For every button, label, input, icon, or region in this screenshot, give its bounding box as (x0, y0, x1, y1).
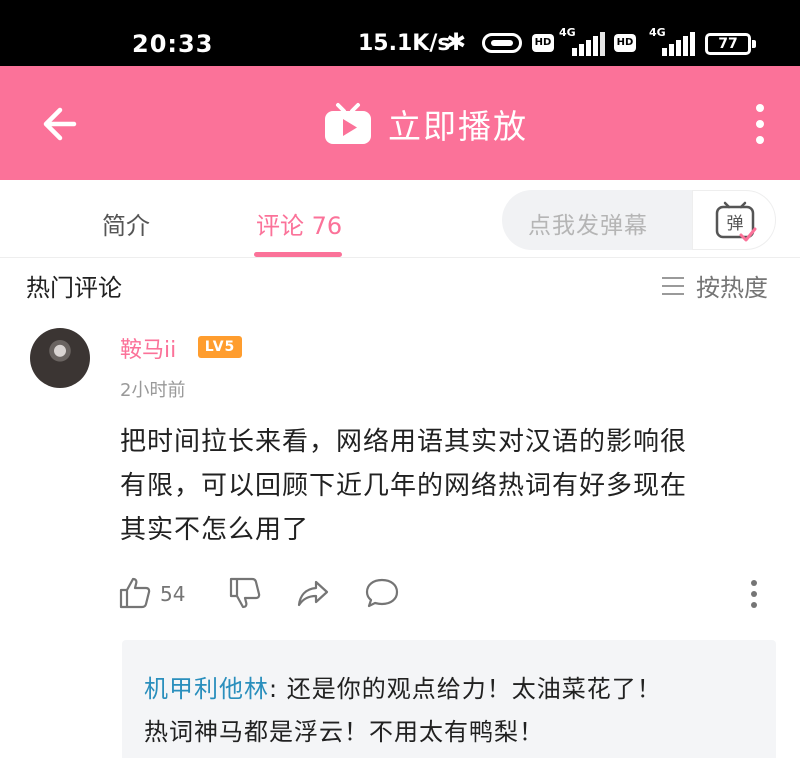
danmu-button[interactable]: 弹 (692, 190, 776, 250)
level-badge: LV5 (198, 336, 242, 358)
reply-line: 热词神马都是浮云！不用太有鸭梨！ (144, 718, 544, 746)
thumbs-down-icon[interactable] (228, 576, 262, 610)
status-net-speed: 15.1K/s (358, 31, 451, 56)
danmu-button-text: 弹 (727, 214, 744, 234)
status-time: 20:33 (132, 30, 214, 58)
more-vertical-icon[interactable] (752, 104, 768, 144)
back-arrow-icon[interactable] (38, 104, 78, 144)
page-title: 立即播放 (388, 107, 528, 146)
hd-badge-2: HD (614, 34, 636, 52)
comment-line: 其实不怎么用了 (120, 515, 310, 545)
tab-intro[interactable]: 简介 (102, 206, 150, 241)
battery-icon: 77 (705, 33, 756, 55)
reply-bubble-icon[interactable] (364, 576, 399, 610)
share-icon[interactable] (296, 576, 330, 610)
comment-line: 把时间拉长来看，网络用语其实对汉语的影响很 (120, 427, 688, 457)
reply-line-text: 还是你的观点给力！太油菜花了！ (278, 675, 662, 703)
tab-bar: 简介 评论 76 点我发弹幕 弹 (0, 180, 800, 258)
avatar[interactable] (30, 328, 90, 388)
like-count: 54 (160, 582, 186, 606)
thumbs-up-icon[interactable] (118, 576, 152, 610)
signal-icon-2 (662, 32, 696, 56)
link-icon (482, 33, 522, 53)
hd-badge: HD (532, 34, 554, 52)
comment-line: 有限，可以回顾下近几年的网络热词有好多现在 (120, 471, 688, 501)
sort-button[interactable]: 按热度 (662, 268, 768, 303)
comment-more-icon[interactable] (750, 580, 758, 608)
comment-actions: 54 (118, 576, 778, 612)
bluetooth-icon: ✱ (446, 28, 467, 56)
signal-icon (572, 32, 606, 56)
tab-comments[interactable]: 评论 76 (256, 206, 342, 241)
danmu-placeholder: 点我发弹幕 (528, 213, 648, 239)
reply-separator: : (269, 675, 279, 703)
comment-username[interactable]: 鞍马ii (120, 332, 176, 364)
reply-line: 机甲利他林: 还是你的观点给力！太油菜花了！ (144, 668, 754, 711)
danmu-icon: 弹 (715, 201, 757, 242)
reply-preview[interactable]: 机甲利他林: 还是你的观点给力！太油菜花了！ 热词神马都是浮云！不用太有鸭梨！ (122, 640, 776, 758)
comment-text[interactable]: 把时间拉长来看，网络用语其实对汉语的影响很 有限，可以回顾下近几年的网络热词有好… (120, 420, 760, 552)
status-bar: 20:33 15.1K/s ✱ HD 4G HD 4G 77 (0, 0, 800, 66)
danmu-input[interactable]: 点我发弹幕 弹 (502, 190, 776, 250)
active-tab-indicator (254, 252, 342, 257)
play-now-button[interactable]: 立即播放 (324, 100, 528, 148)
section-title: 热门评论 (26, 274, 122, 302)
tv-play-icon (324, 102, 372, 146)
top-app-bar: 立即播放 (0, 66, 800, 180)
comment-time: 2小时前 (120, 380, 186, 401)
reply-username[interactable]: 机甲利他林 (144, 675, 269, 703)
sort-label: 按热度 (696, 274, 768, 302)
reply-text: 机甲利他林: 还是你的观点给力！太油菜花了！ 热词神马都是浮云！不用太有鸭梨！ (144, 668, 754, 754)
list-icon (662, 276, 684, 295)
